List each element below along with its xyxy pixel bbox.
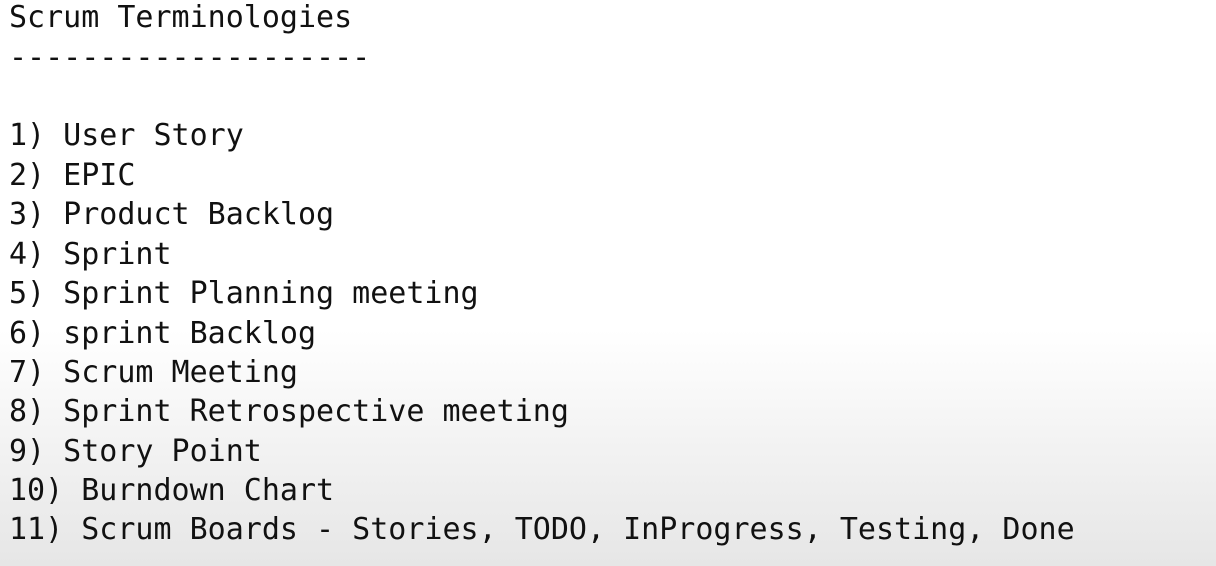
list-item: 8) Sprint Retrospective meeting xyxy=(9,394,569,429)
list-item: 3) Product Backlog xyxy=(9,197,335,232)
list-item: 1) User Story xyxy=(9,118,244,153)
list-item: 9) Story Point xyxy=(9,434,262,469)
list-item: 4) Sprint xyxy=(9,237,172,272)
list-item: 5) Sprint Planning meeting xyxy=(9,276,479,311)
list-item: 10) Burndown Chart xyxy=(9,473,335,508)
list-item: 7) Scrum Meeting xyxy=(9,355,298,390)
text-document: Scrum Terminologies --------------------… xyxy=(0,0,1216,566)
document-title: Scrum Terminologies xyxy=(9,0,353,35)
list-item: 6) sprint Backlog xyxy=(9,316,317,351)
list-item: 2) EPIC xyxy=(9,158,136,193)
title-underline: -------------------- xyxy=(9,40,371,75)
list-item: 11) Scrum Boards - Stories, TODO, InProg… xyxy=(9,512,1075,547)
